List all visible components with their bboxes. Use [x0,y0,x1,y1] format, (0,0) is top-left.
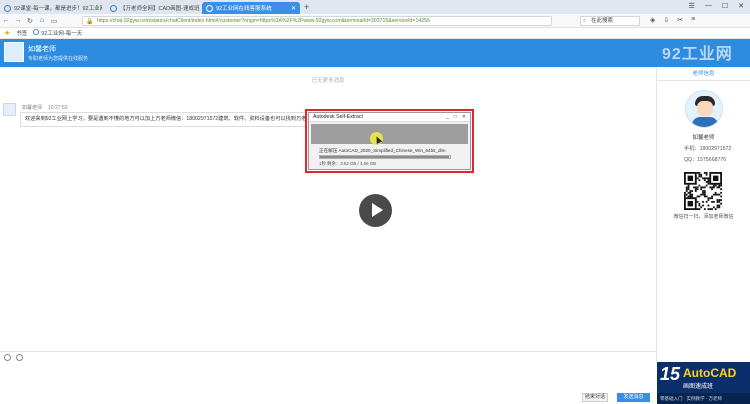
url-text: https://chat.92gyw.com/statics/chatClien… [97,18,430,24]
tab-label: 92课堂-每一课，都是进步！92工业网 [14,6,102,12]
end-chat-button[interactable]: 结束对话 [582,393,608,402]
progress-fill [320,156,449,158]
tab-favicon-icon [110,4,117,12]
address-input[interactable]: 🔒 https://chat.92gyw.com/statics/chatCli… [82,16,552,26]
teacher-large-avatar [685,90,723,128]
message-input[interactable] [0,362,656,392]
bookmark-92gyw[interactable]: 92工业网-每一天 [33,29,82,37]
brand-logo: 92工业网 [662,46,733,63]
forward-icon[interactable]: → [12,17,24,24]
qr-caption: 微信扫一扫，添加老师微信 [673,214,734,220]
bookmark-favicon-icon [33,29,40,35]
chat-header: 如馨老师 专职老师为您提供在线服务 [0,39,750,67]
image-upload-icon[interactable] [16,354,23,361]
lock-icon: 🔒 [86,19,94,25]
back-icon[interactable]: ← [0,17,12,24]
tab-label: 92工业网在线客服系统 [216,6,272,12]
autocad-course-ad[interactable]: 15 AutoCAD 画图速成班 零基础入门 · 实例教学 · 万老师 [657,362,750,404]
toolbar-icons: ◈ ⇩ ✂ ≡ [650,16,695,24]
profile-phone: 手机：18002971572 [684,146,732,152]
teacher-subtitle: 专职老师为您提供在线服务 [28,56,89,62]
send-button[interactable]: 发送消息 [617,393,650,402]
ad-product: AutoCAD [683,366,737,380]
teacher-avatar [4,42,24,62]
panel-title: 老师信息 [657,67,750,81]
progress-bar [319,155,451,159]
ad-subtitle: 画图速成班 [683,384,714,390]
play-icon[interactable] [359,194,392,227]
window-controls: ☰ — ☐ ✕ [689,2,744,10]
search-input[interactable]: ⌕ 在此搜索 [580,16,640,26]
message-bubble: 欢迎来到92工业网上学习，要是遇到不懂的地方可以加上万老师微信：18002971… [20,112,310,127]
maximize-icon[interactable]: ☐ [722,2,728,10]
no-more-history: 已无更多消息 [311,78,345,84]
tab-favicon-icon [4,4,11,12]
search-icon: ⌕ [583,18,587,24]
dialog-banner [311,124,468,145]
address-toolbar: ← → ↻ ⌂ ▭ 🔒 https://chat.92gyw.com/stati… [0,14,750,28]
reload-icon[interactable]: ↻ [24,17,36,25]
tab-chat-service[interactable]: 92工业网在线客服系统 ✕ [202,2,300,14]
dialog-controls: _ □ ✕ [446,114,466,120]
reader-icon[interactable]: ▭ [48,17,60,25]
home-icon[interactable]: ⌂ [36,17,48,24]
new-tab-icon[interactable]: + [304,2,309,12]
ad-number: 15 [660,364,681,384]
dialog-minimize-icon[interactable]: _ [446,114,449,120]
tools-icon[interactable]: ✂ [677,16,683,24]
menu-more-icon[interactable]: ≡ [691,16,695,24]
tab-label: 【万老师全网】CAD画图-速成班-92 [120,6,200,12]
teacher-name: 如馨老师 [28,46,56,53]
input-toolbar [0,351,656,362]
cursor-highlight-icon [370,132,383,145]
search-placeholder: 在此搜索 [591,18,614,24]
browser-tab-bar: 92课堂-每一课，都是进步！92工业网 ✕ 【万老师全网】CAD画图-速成班-9… [0,0,750,14]
games-icon[interactable]: ◈ [650,16,655,24]
profile-qq: QQ：1575668776 [684,157,727,163]
message-sender: 如馨老师 [22,105,43,111]
message-meta: 如馨老师 10:27:50 [22,104,67,111]
dialog-close-icon[interactable]: ✕ [462,114,466,120]
ad-strip: 零基础入门 · 实例教学 · 万老师 [657,393,750,404]
minimize-icon[interactable]: — [705,2,712,10]
profile-name: 如馨老师 [692,135,715,141]
emoji-icon[interactable] [4,354,11,361]
wechat-qr-code [684,172,722,210]
self-extract-dialog[interactable]: Autodesk Self-Extract _ □ ✕ 正在解压 AutoCAD… [308,112,471,170]
dialog-maximize-icon[interactable]: □ [454,114,457,120]
star-icon: ★ [4,30,11,37]
bookmarks-bar: ★ 书签 92工业网-每一天 [0,28,750,39]
progress-text: 正在解压 AutoCAD_2020_Simplified_Chinese_Win… [319,148,446,153]
tab-cad-course[interactable]: 【万老师全网】CAD画图-速成班-92 ✕ [106,2,200,14]
close-window-icon[interactable]: ✕ [738,2,744,10]
progress-status: 1秒 剩余：3.52 GB / 3.56 GB [319,161,377,166]
message-time: 10:27:50 [48,105,68,111]
tab-favicon-icon [206,4,213,12]
tab-92-classroom[interactable]: 92课堂-每一课，都是进步！92工业网 ✕ [0,2,102,14]
close-tab-icon[interactable]: ✕ [291,5,296,12]
download-icon[interactable]: ⇩ [663,16,669,24]
bookmark-folder[interactable]: 书签 [16,29,27,37]
message-avatar [3,103,16,116]
menu-icon[interactable]: ☰ [689,2,695,10]
